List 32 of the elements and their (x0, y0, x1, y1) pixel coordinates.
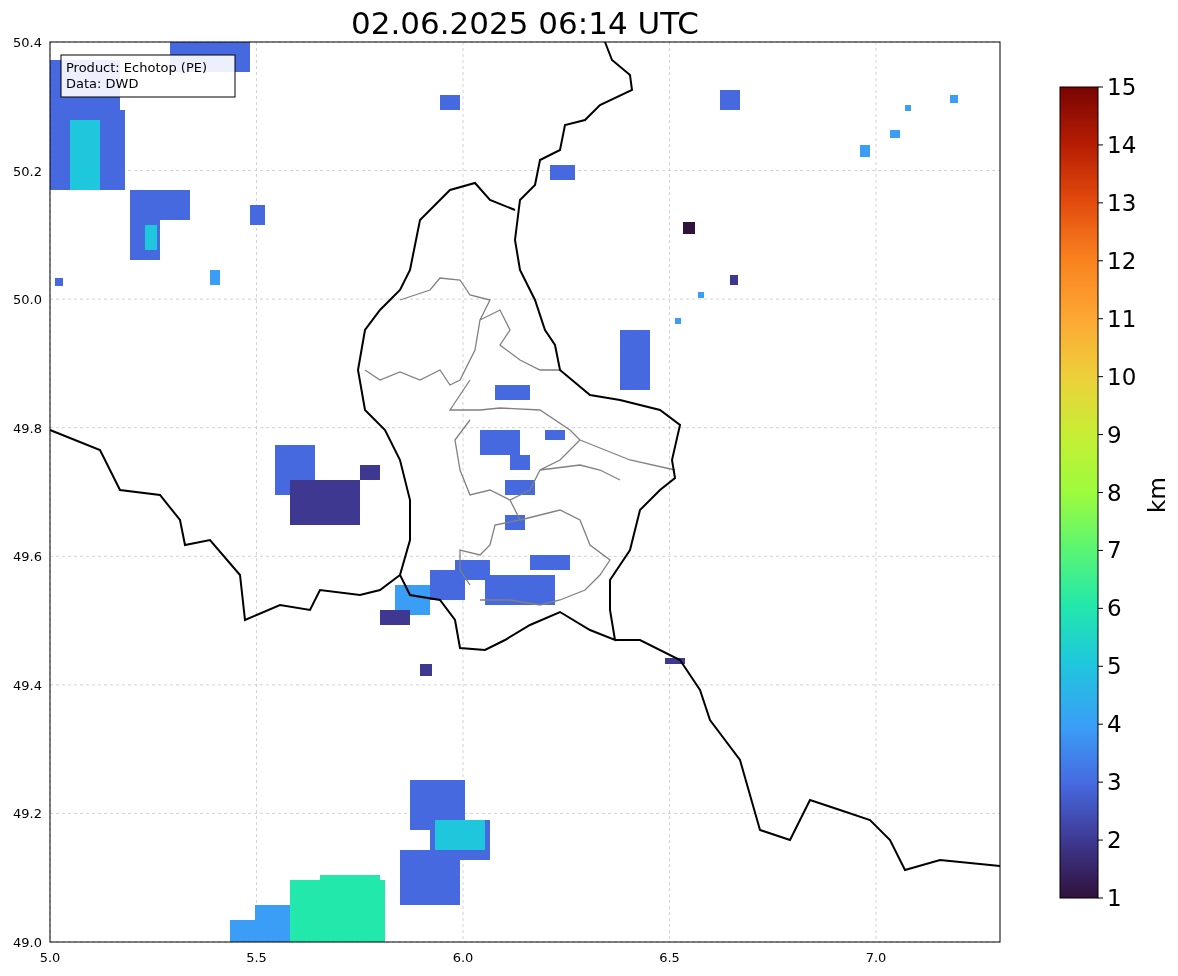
colorbar-tick-label: 10 (1107, 363, 1137, 390)
colorbar-tick-label: 5 (1107, 653, 1122, 680)
axis-tick-label: 6.5 (659, 950, 680, 965)
axis-tick-label: 7.0 (865, 950, 887, 965)
axis-tick-label: 49.8 (13, 420, 42, 436)
legend-text: Product: Echotop (PE) (66, 60, 208, 75)
axis-tick-label: 6.0 (452, 950, 474, 965)
colorbar-tick-label: 3 (1107, 769, 1122, 796)
colorbar-tick-label: 14 (1107, 131, 1137, 158)
colorbar-tick-label: 4 (1107, 711, 1122, 738)
colorbar-tick-label: 2 (1107, 827, 1122, 854)
colorbar-tick-label: 13 (1107, 189, 1137, 216)
plot-title: 02.06.2025 06:14 UTC (351, 5, 699, 41)
colorbar-tick-label: 8 (1107, 479, 1122, 506)
colorbar-tick-label: 15 (1107, 74, 1137, 100)
colorbar-tick-label: 9 (1107, 421, 1122, 448)
colorbar-tick-label: 12 (1107, 247, 1137, 274)
colorbar-tick-label: 11 (1107, 305, 1137, 332)
colorbar-tick-label: 1 (1107, 885, 1122, 911)
axis-tick-label: 50.0 (13, 292, 42, 308)
axis-tick-label: 5.0 (39, 950, 61, 965)
legend-text: Data: DWD (66, 76, 139, 91)
colorbar-tick-label: 7 (1107, 537, 1122, 564)
axis-tick-label: 49.0 (13, 935, 42, 950)
colorbar-label: km (1144, 477, 1170, 513)
axis-tick-label: 50.4 (13, 35, 42, 50)
axis-tick-label: 49.6 (13, 549, 42, 565)
colorbar-tick-label: 6 (1107, 595, 1122, 622)
axis-tick-label: 50.2 (13, 163, 42, 179)
axis-tick-label: 49.2 (13, 806, 42, 822)
axis-tick-label: 49.4 (13, 677, 42, 693)
axis-tick-label: 5.5 (246, 950, 267, 965)
